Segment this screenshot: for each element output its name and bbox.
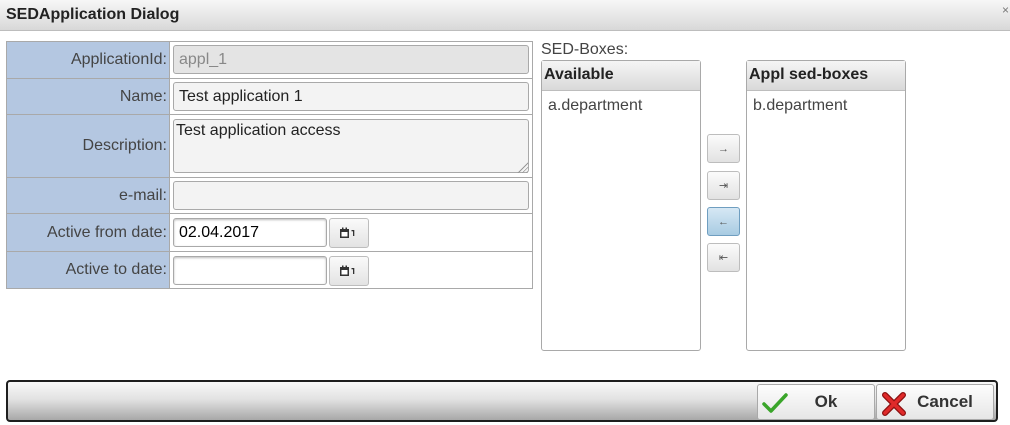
description-field[interactable]: Test application access [173,119,529,173]
active-to-label: Active to date: [7,252,170,288]
form-row-application-id: ApplicationId: [7,42,532,78]
move-left-button[interactable]: ← [707,207,740,236]
dialog-title: SEDApplication Dialog [6,6,180,23]
active-to-date-field[interactable] [173,256,327,285]
active-from-calendar-button[interactable] [329,218,369,248]
list-item[interactable]: b.department [747,91,905,121]
available-list-header: Available [542,61,700,91]
active-to-calendar-button[interactable] [329,256,369,286]
name-label: Name: [7,79,170,114]
email-field[interactable] [173,181,529,210]
name-field[interactable] [173,82,529,111]
dialog-footer: Ok Cancel [6,380,998,422]
calendar-icon [340,265,355,276]
dialog-titlebar[interactable]: SEDApplication Dialog × [0,0,1010,31]
active-from-label: Active from date: [7,214,170,251]
application-form: ApplicationId: Name: Description: Test a… [6,41,533,289]
application-id-field[interactable] [173,45,529,74]
list-item[interactable]: a.department [542,91,700,121]
move-all-left-button[interactable]: ⇤ [707,243,740,272]
application-id-label: ApplicationId: [7,42,170,78]
ok-button[interactable]: Ok [757,384,875,420]
move-right-button[interactable]: → [707,134,740,163]
calendar-icon [340,227,355,238]
close-icon[interactable]: × [1002,3,1010,17]
assigned-list[interactable]: Appl sed-boxes b.department [746,60,906,351]
form-row-description: Description: Test application access [7,114,532,177]
description-label: Description: [7,115,170,177]
email-label: e-mail: [7,178,170,213]
form-row-active-to: Active to date: [7,251,532,288]
ok-label: Ok [814,392,838,411]
cancel-button[interactable]: Cancel [876,384,994,420]
assigned-list-header: Appl sed-boxes [747,61,905,91]
move-all-right-button[interactable]: ⇥ [707,171,740,200]
form-row-active-from: Active from date: [7,213,532,251]
form-row-email: e-mail: [7,177,532,213]
sed-boxes-label: SED-Boxes: [541,41,629,58]
cancel-label: Cancel [917,392,973,411]
active-from-date-field[interactable] [173,218,327,247]
form-row-name: Name: [7,78,532,114]
available-list[interactable]: Available a.department [541,60,701,351]
